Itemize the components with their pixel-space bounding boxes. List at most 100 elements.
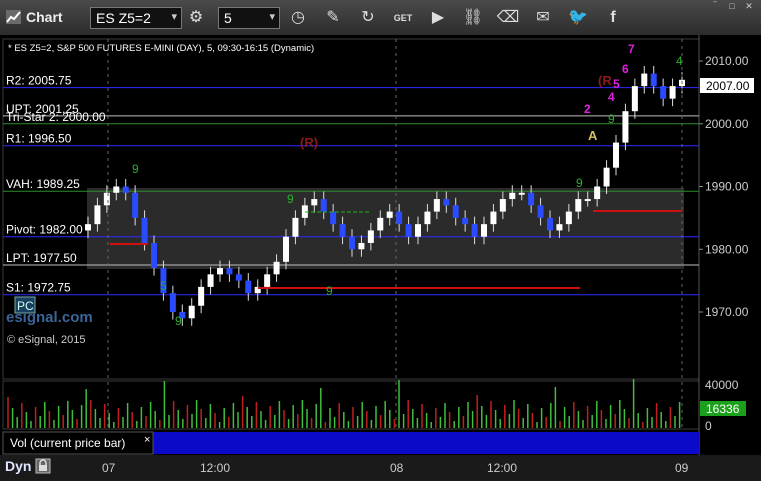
candle-body <box>396 211 403 225</box>
candle-body <box>151 242 157 269</box>
r-marker: (R) <box>300 135 318 150</box>
price-chart[interactable]: (R) (R A 2 4 5 6 7 9 5 9 9 9 9 9 4 * ES … <box>0 35 761 455</box>
candle-body <box>575 199 582 212</box>
candle-body <box>518 192 525 195</box>
candle-body <box>660 86 667 99</box>
level-label: R2: 2005.75 <box>6 74 72 88</box>
candle-body <box>415 224 421 237</box>
twitter-icon[interactable]: 🐦 <box>566 6 590 30</box>
candle-body <box>245 280 252 294</box>
candle-body <box>405 224 412 237</box>
svg-text:4: 4 <box>608 90 615 104</box>
svg-text:5: 5 <box>160 279 167 293</box>
interval-input[interactable]: 5 ▾ <box>218 7 280 29</box>
candle-body <box>509 192 516 200</box>
pc-marker: PC <box>17 299 34 313</box>
play-icon[interactable]: ▶ <box>426 6 450 30</box>
chart-header: * ES Z5=2, S&P 500 FUTURES E-MINI (DAY),… <box>8 43 314 54</box>
candle-body <box>339 224 346 237</box>
svg-text:9: 9 <box>326 284 333 298</box>
dyn-label[interactable]: Dyn <box>5 458 31 474</box>
price-tick: 2010.00 <box>705 54 749 68</box>
chevron-down-icon[interactable]: ▾ <box>171 10 177 23</box>
candle-body <box>122 186 129 193</box>
candle-body <box>462 217 469 225</box>
candle-body <box>188 305 195 319</box>
candle-body <box>537 205 544 218</box>
price-tick: 1970.00 <box>705 305 749 319</box>
vol-close-icon[interactable]: × <box>144 434 150 446</box>
price-tick: 2000.00 <box>705 117 749 131</box>
erase-icon[interactable]: ⌫ <box>496 6 520 30</box>
candle-body <box>132 192 139 218</box>
candle-body <box>358 242 365 250</box>
chevron-down-icon[interactable]: ▾ <box>269 10 275 23</box>
svg-text:9: 9 <box>175 314 182 328</box>
candle-body <box>103 192 110 206</box>
link-icon[interactable]: ⛓ <box>461 6 485 30</box>
candle-body <box>85 224 91 231</box>
candle-body <box>443 199 450 206</box>
candle-body <box>669 86 676 99</box>
candle-body <box>584 199 591 202</box>
copyright: © eSignal, 2015 <box>7 334 85 346</box>
candle-body <box>433 199 440 212</box>
last-volume: 16336 <box>706 402 740 416</box>
price-tick: 1980.00 <box>705 242 749 256</box>
refresh-icon[interactable]: ↻ <box>356 6 380 30</box>
interval-value: 5 <box>224 10 232 26</box>
svg-text:(R: (R <box>598 73 612 88</box>
date-label: 09 <box>675 461 689 475</box>
candle-body <box>377 217 384 231</box>
symbol-value: ES Z5=2 <box>96 10 151 26</box>
lock-icon[interactable] <box>35 458 51 474</box>
maximize-icon[interactable]: □ <box>725 1 739 11</box>
candle-body <box>94 205 101 225</box>
close-icon[interactable]: ✕ <box>742 1 756 11</box>
candle-body <box>603 167 610 187</box>
candle-body <box>198 286 205 306</box>
vol-tick-0: 0 <box>705 419 712 433</box>
candle-body <box>320 199 327 212</box>
a-marker: A <box>588 128 598 143</box>
settings-icon[interactable]: ⚙ <box>184 6 208 30</box>
candle-body <box>424 211 431 225</box>
svg-text:6: 6 <box>622 62 629 76</box>
level-label: Tri-Star 2: 2000.00 <box>6 110 106 124</box>
candle-body <box>349 236 355 250</box>
candle-body <box>235 274 242 281</box>
vol-tick-40000: 40000 <box>705 378 739 392</box>
svg-text:9: 9 <box>608 112 615 126</box>
level-label: LPT: 1977.50 <box>6 251 77 265</box>
svg-text:9: 9 <box>576 176 583 190</box>
toolbar: Chart ES Z5=2 ▾ ⚙ 5 ▾ ◷ ✎ ↻ GET ▶ ⛓ ⌫ ✉ … <box>0 0 761 36</box>
candle-body <box>273 261 280 275</box>
date-label: 12:00 <box>487 461 518 475</box>
clock-icon[interactable]: ◷ <box>286 6 310 30</box>
symbol-input[interactable]: ES Z5=2 ▾ <box>90 7 182 29</box>
svg-text:9: 9 <box>132 162 139 176</box>
facebook-icon[interactable]: f <box>601 6 625 30</box>
candle-body <box>490 211 497 225</box>
app-title: Chart <box>26 9 63 25</box>
value-area-shading <box>87 188 684 269</box>
minimize-icon[interactable]: ‾ <box>708 1 722 11</box>
candle-body <box>613 142 619 168</box>
candle-body <box>528 192 535 206</box>
pencil-icon[interactable]: ✎ <box>321 6 345 30</box>
get-icon[interactable]: GET <box>391 6 415 30</box>
candle-body <box>471 224 478 237</box>
candle-body <box>226 268 233 275</box>
candle-body <box>631 86 638 112</box>
chart-app-icon <box>6 10 21 24</box>
message-icon[interactable]: ✉ <box>531 6 555 30</box>
vol-label: Vol (current price bar) <box>10 436 125 450</box>
svg-text:9: 9 <box>287 192 294 206</box>
candle-body <box>547 217 553 231</box>
level-label: R1: 1996.50 <box>6 132 72 146</box>
candle-body <box>499 199 506 212</box>
candle-body <box>292 217 299 237</box>
candle-body <box>386 211 393 218</box>
candle-body <box>311 199 318 206</box>
candle-body <box>452 205 459 218</box>
